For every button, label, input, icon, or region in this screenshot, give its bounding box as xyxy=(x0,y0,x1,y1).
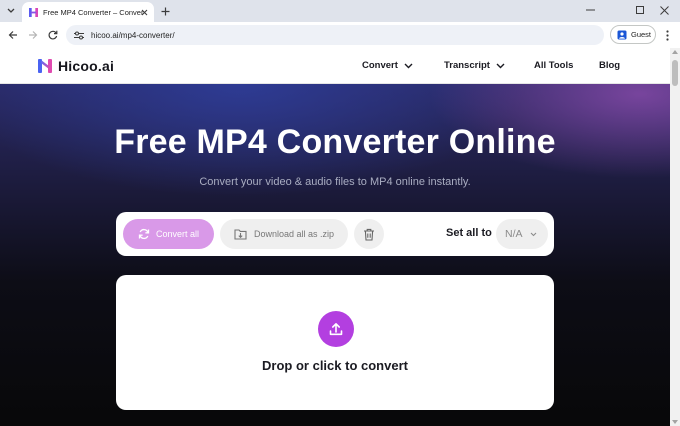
set-all-label: Set all to xyxy=(446,227,492,239)
chevron-down-icon xyxy=(496,63,505,69)
convert-all-label: Convert all xyxy=(155,229,200,239)
drop-zone-text: Drop or click to convert xyxy=(262,358,408,373)
convert-all-button[interactable]: Convert all xyxy=(123,219,214,249)
profile-label: Guest xyxy=(631,30,652,39)
nav-transcript-label: Transcript xyxy=(444,60,490,71)
chevron-down-icon xyxy=(530,231,539,237)
hicoo-logo-icon xyxy=(38,59,52,73)
site-settings-icon[interactable] xyxy=(74,30,84,40)
close-tab-icon[interactable] xyxy=(139,7,149,17)
page-subtitle: Convert your video & audio files to MP4 … xyxy=(199,176,471,188)
refresh-icon xyxy=(138,228,150,240)
url-text: hicoo.ai/mp4-converter/ xyxy=(91,30,175,40)
nav-blog-label: Blog xyxy=(599,60,621,71)
nav-blog[interactable]: Blog xyxy=(599,60,620,71)
forward-arrow-icon[interactable] xyxy=(26,28,40,42)
chevron-down-icon xyxy=(404,63,413,69)
tab-title: Free MP4 Converter – Convert Vi xyxy=(43,7,143,17)
download-zip-button[interactable]: Download all as .zip xyxy=(220,219,348,249)
scroll-down-arrow-icon[interactable] xyxy=(672,420,678,424)
folder-download-icon xyxy=(234,229,247,240)
trash-icon xyxy=(364,228,374,241)
minimize-window-icon[interactable] xyxy=(582,3,598,17)
file-drop-zone[interactable]: Drop or click to convert xyxy=(116,275,554,410)
site-header: Hicoo.ai Convert Transcript All Tools Bl… xyxy=(0,48,670,84)
nav-convert-label: Convert xyxy=(362,60,398,71)
logo-text: Hicoo.ai xyxy=(58,58,115,74)
web-page: Hicoo.ai Convert Transcript All Tools Bl… xyxy=(0,48,670,426)
browser-toolbar: hicoo.ai/mp4-converter/ Guest xyxy=(0,22,680,48)
tab-search-dropdown-icon[interactable] xyxy=(4,4,18,18)
scroll-up-arrow-icon[interactable] xyxy=(672,50,678,54)
profile-icon xyxy=(617,30,627,39)
format-select-value: N/A xyxy=(505,228,523,240)
reload-icon[interactable] xyxy=(46,28,60,42)
address-bar[interactable]: hicoo.ai/mp4-converter/ xyxy=(66,25,604,45)
page-title: Free MP4 Converter Online xyxy=(114,123,556,161)
hero-section: Free MP4 Converter Online Convert your v… xyxy=(0,84,670,426)
nav-all-tools[interactable]: All Tools xyxy=(534,60,573,71)
browser-tab[interactable]: Free MP4 Converter – Convert Vi xyxy=(22,2,154,22)
browser-tab-strip: Free MP4 Converter – Convert Vi xyxy=(0,0,680,22)
delete-all-button[interactable] xyxy=(354,219,384,249)
hicoo-favicon-icon xyxy=(29,7,38,17)
site-logo[interactable]: Hicoo.ai xyxy=(38,58,114,74)
scrollbar-thumb[interactable] xyxy=(672,60,678,86)
browser-menu-icon[interactable] xyxy=(662,28,672,42)
nav-transcript[interactable]: Transcript xyxy=(444,60,505,71)
profile-button[interactable]: Guest xyxy=(610,25,656,44)
close-window-icon[interactable] xyxy=(656,3,672,17)
maximize-window-icon[interactable] xyxy=(632,3,648,17)
format-select[interactable]: N/A xyxy=(496,219,548,249)
nav-convert[interactable]: Convert xyxy=(362,60,413,71)
nav-all-tools-label: All Tools xyxy=(534,60,574,71)
page-scrollbar[interactable] xyxy=(670,48,680,426)
upload-icon xyxy=(329,323,343,336)
upload-button[interactable] xyxy=(318,311,354,347)
back-arrow-icon[interactable] xyxy=(6,28,20,42)
download-zip-label: Download all as .zip xyxy=(253,229,335,239)
action-bar: Convert all Download all as .zip Set all… xyxy=(116,212,554,256)
new-tab-icon[interactable] xyxy=(158,4,172,18)
